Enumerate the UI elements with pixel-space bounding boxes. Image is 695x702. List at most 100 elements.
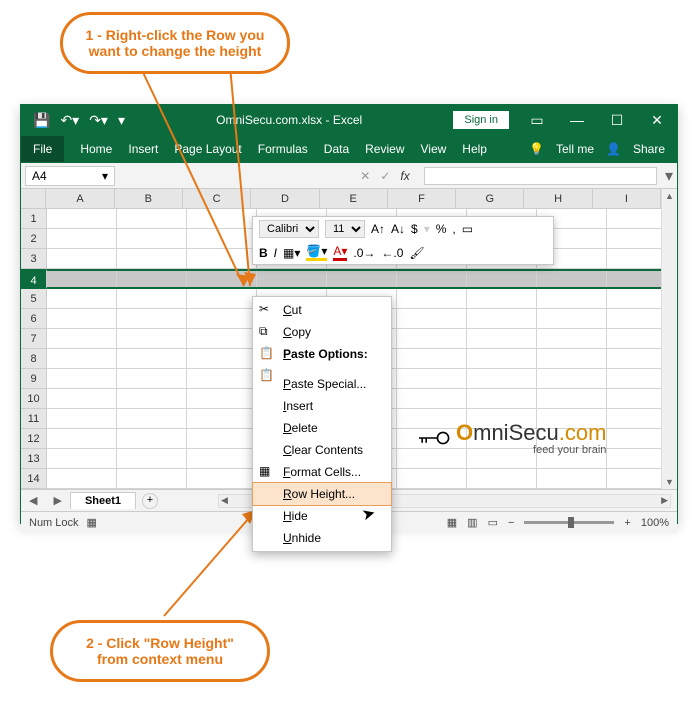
tab-file[interactable]: File bbox=[21, 136, 64, 162]
cell[interactable] bbox=[467, 271, 537, 287]
cell[interactable] bbox=[187, 389, 257, 408]
cell[interactable] bbox=[537, 389, 607, 408]
fx-icon[interactable]: fx bbox=[400, 169, 409, 183]
cell[interactable] bbox=[467, 389, 537, 408]
column-header[interactable]: I bbox=[593, 189, 661, 209]
tab-view[interactable]: View bbox=[421, 142, 447, 156]
cell[interactable] bbox=[47, 389, 117, 408]
minimize-icon[interactable]: — bbox=[557, 105, 597, 135]
menu-item-cut[interactable]: ✂Cut bbox=[253, 299, 391, 321]
menu-item-paste-special[interactable]: Paste Special... bbox=[253, 373, 391, 395]
cell[interactable] bbox=[47, 369, 117, 388]
cell[interactable] bbox=[187, 249, 257, 268]
cell[interactable] bbox=[47, 449, 117, 468]
bold-icon[interactable]: B bbox=[259, 246, 268, 260]
row-header[interactable]: 5 bbox=[21, 289, 47, 309]
column-header[interactable]: B bbox=[115, 189, 183, 209]
menu-item-unhide[interactable]: Unhide bbox=[253, 527, 391, 549]
cell[interactable] bbox=[467, 349, 537, 368]
undo-icon[interactable]: ↶▾ bbox=[60, 112, 79, 129]
cell[interactable] bbox=[117, 449, 187, 468]
cell[interactable] bbox=[257, 271, 327, 287]
cell[interactable] bbox=[187, 309, 257, 328]
cell[interactable] bbox=[397, 309, 467, 328]
currency-icon[interactable]: $ bbox=[411, 222, 418, 236]
menu-item-insert[interactable]: Insert bbox=[253, 395, 391, 417]
cell[interactable] bbox=[187, 209, 257, 228]
sheet-nav-prev[interactable]: ◀ bbox=[21, 494, 45, 507]
column-header[interactable]: F bbox=[388, 189, 456, 209]
cell[interactable] bbox=[397, 329, 467, 348]
column-header[interactable]: G bbox=[456, 189, 524, 209]
cell[interactable] bbox=[397, 349, 467, 368]
cell[interactable] bbox=[537, 349, 607, 368]
font-size-select[interactable]: 11 bbox=[325, 220, 365, 238]
select-all-corner[interactable] bbox=[21, 189, 46, 209]
cell[interactable] bbox=[467, 289, 537, 308]
view-normal-icon[interactable]: ▦ bbox=[447, 516, 457, 529]
cell[interactable] bbox=[187, 449, 257, 468]
maximize-icon[interactable]: ☐ bbox=[597, 105, 637, 135]
cell[interactable] bbox=[47, 329, 117, 348]
cell[interactable] bbox=[397, 369, 467, 388]
cell[interactable] bbox=[327, 271, 397, 287]
tab-formulas[interactable]: Formulas bbox=[258, 142, 308, 156]
cell[interactable] bbox=[117, 469, 187, 488]
cell[interactable] bbox=[467, 309, 537, 328]
name-box[interactable]: A4 ▾ bbox=[25, 166, 115, 186]
cell[interactable] bbox=[117, 249, 187, 268]
cell[interactable] bbox=[467, 469, 537, 488]
italic-icon[interactable]: I bbox=[274, 246, 277, 260]
expand-formula-icon[interactable]: ▾ bbox=[661, 166, 677, 186]
borders-icon[interactable]: ▭ bbox=[462, 222, 473, 236]
cell[interactable] bbox=[397, 271, 467, 287]
cell[interactable] bbox=[187, 271, 257, 287]
cell[interactable] bbox=[117, 429, 187, 448]
cell[interactable] bbox=[397, 469, 467, 488]
font-color-icon[interactable]: A▾ bbox=[333, 244, 347, 261]
add-sheet-button[interactable]: + bbox=[142, 493, 158, 509]
chevron-down-icon[interactable]: ▾ bbox=[102, 169, 108, 183]
cell[interactable] bbox=[187, 409, 257, 428]
signin-button[interactable]: Sign in bbox=[453, 111, 509, 129]
cell[interactable] bbox=[537, 329, 607, 348]
formula-input[interactable] bbox=[424, 167, 657, 185]
cell[interactable] bbox=[47, 289, 117, 308]
tellme-icon[interactable]: 💡 bbox=[529, 142, 544, 156]
cell[interactable] bbox=[117, 271, 187, 287]
cell[interactable] bbox=[47, 271, 117, 287]
tab-review[interactable]: Review bbox=[365, 142, 404, 156]
row-header[interactable]: 6 bbox=[21, 309, 47, 329]
decrease-font-icon[interactable]: A↓ bbox=[391, 222, 405, 236]
cell[interactable] bbox=[537, 369, 607, 388]
cell[interactable] bbox=[187, 229, 257, 248]
cell[interactable] bbox=[117, 369, 187, 388]
menu-item-clear-contents[interactable]: Clear Contents bbox=[253, 439, 391, 461]
row-header[interactable]: 1 bbox=[21, 209, 47, 229]
cell[interactable] bbox=[467, 369, 537, 388]
cell[interactable] bbox=[117, 389, 187, 408]
format-painter-icon[interactable]: 🖌 bbox=[409, 246, 424, 260]
view-page-icon[interactable]: ▥ bbox=[467, 516, 477, 529]
row-header[interactable]: 4 bbox=[21, 269, 47, 289]
cell[interactable] bbox=[117, 349, 187, 368]
cell[interactable] bbox=[467, 329, 537, 348]
qat-more-icon[interactable]: ▾ bbox=[118, 112, 125, 129]
vertical-scrollbar[interactable] bbox=[661, 189, 677, 489]
cell[interactable] bbox=[117, 209, 187, 228]
tab-data[interactable]: Data bbox=[324, 142, 349, 156]
cell[interactable] bbox=[47, 409, 117, 428]
share-text[interactable]: Share bbox=[633, 142, 665, 156]
enter-icon[interactable]: ✓ bbox=[380, 169, 390, 183]
column-header[interactable]: D bbox=[251, 189, 319, 209]
sheet-nav-next[interactable]: ▶ bbox=[45, 494, 69, 507]
cell[interactable] bbox=[187, 369, 257, 388]
column-header[interactable]: E bbox=[320, 189, 388, 209]
increase-font-icon[interactable]: A↑ bbox=[371, 222, 385, 236]
table-row[interactable] bbox=[47, 269, 677, 289]
cell[interactable] bbox=[117, 309, 187, 328]
sheet-tab-active[interactable]: Sheet1 bbox=[70, 492, 136, 509]
cell[interactable] bbox=[537, 469, 607, 488]
row-header[interactable]: 7 bbox=[21, 329, 47, 349]
tellme-text[interactable]: Tell me bbox=[556, 142, 594, 156]
